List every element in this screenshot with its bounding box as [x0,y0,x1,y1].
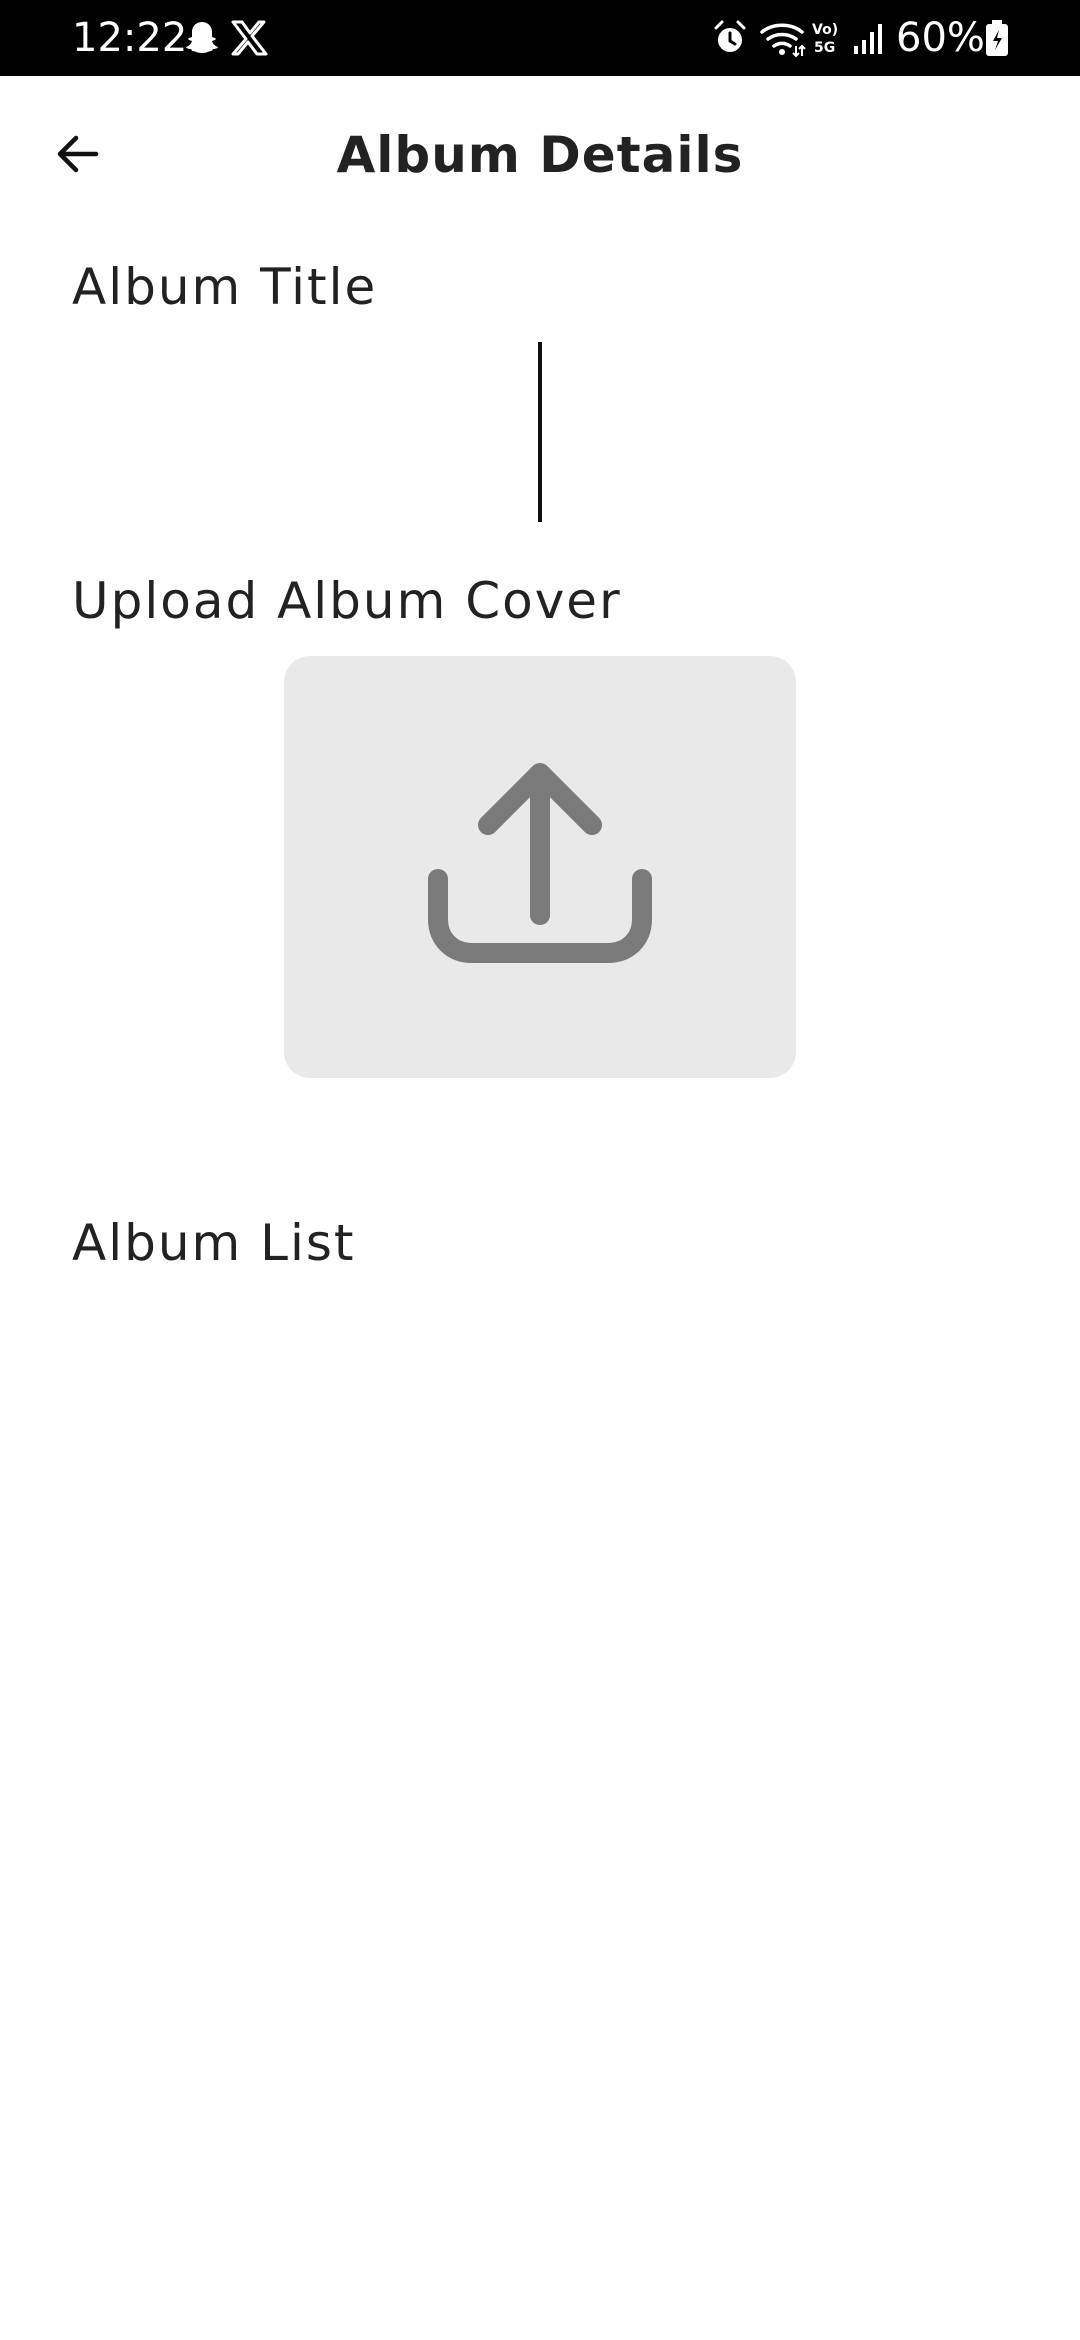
wifi-icon [760,23,806,58]
svg-text:5G: 5G [814,40,835,56]
alarm-icon [714,20,746,52]
album-list-label: Album List [72,1214,356,1272]
page-title: Album Details [336,126,744,184]
album-title-label: Album Title [72,258,378,316]
volte-5g-icon: Vo) 5G [812,22,838,56]
upload-cover-label: Upload Album Cover [72,572,622,630]
signal-icon [854,24,882,54]
battery-percentage: 60% [896,15,985,61]
x-icon [231,20,268,56]
album-list [72,1290,1008,2250]
upload-cover-button[interactable] [284,656,796,1078]
text-cursor [538,342,542,522]
upload-icon [428,763,652,963]
album-details-screen: 12:22 Vo) 5G 60% Album Details Album Tit… [0,0,1080,2340]
svg-text:Vo): Vo) [812,22,838,38]
status-bar: 12:22 Vo) 5G 60% [0,0,1080,76]
battery-icon [986,20,1008,56]
album-title-input[interactable] [72,330,1012,532]
snapchat-icon [186,22,218,53]
status-time: 12:22 [72,15,188,61]
